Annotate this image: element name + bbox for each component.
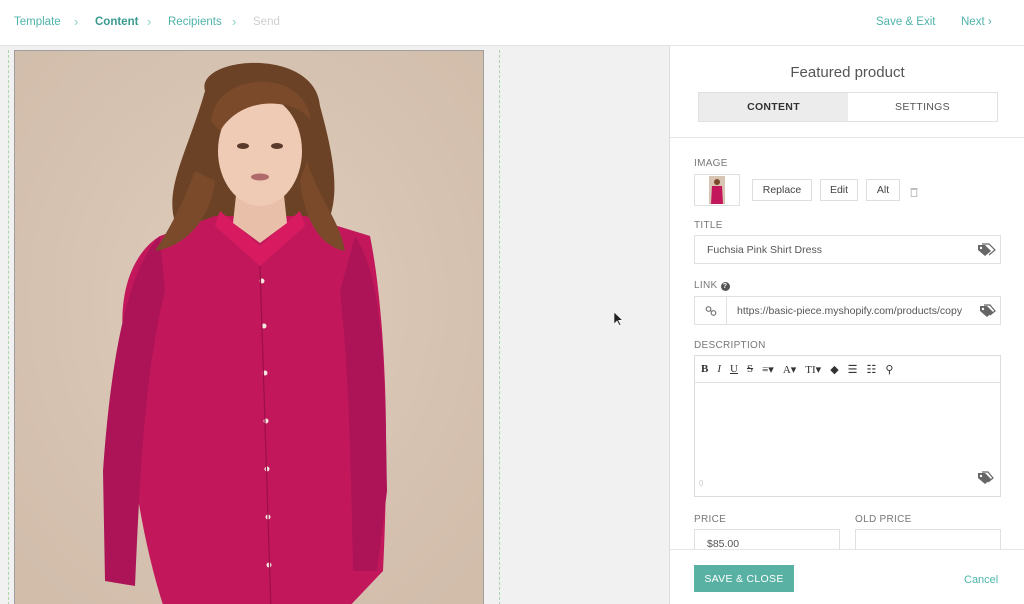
price-label: PRICE [694, 514, 727, 525]
strikethrough-button[interactable]: S [747, 363, 753, 375]
italic-button[interactable]: I [717, 363, 721, 375]
tab-settings[interactable]: SETTINGS [848, 93, 997, 121]
trash-icon[interactable] [910, 184, 918, 202]
email-canvas [0, 46, 669, 604]
breadcrumb-template[interactable]: Template [14, 16, 61, 28]
align-dropdown[interactable]: ≡▾ [762, 363, 774, 376]
font-color-dropdown[interactable]: A▾ [783, 363, 796, 376]
highlight-icon[interactable]: ◆ [830, 363, 838, 376]
link-input-value: https://basic-piece.myshopify.com/produc… [737, 304, 963, 317]
title-input[interactable]: Fuchsia Pink Shirt Dress [694, 235, 1001, 264]
underline-button[interactable]: U [730, 363, 738, 375]
cancel-link[interactable]: Cancel [964, 574, 998, 586]
merge-tag-icon[interactable] [976, 471, 994, 490]
link-input[interactable]: https://basic-piece.myshopify.com/produc… [694, 296, 1001, 325]
chevron-right-icon: › [74, 14, 79, 29]
next-link[interactable]: Next › [961, 16, 992, 28]
breadcrumb-send: Send [253, 16, 280, 28]
tab-content[interactable]: CONTENT [699, 93, 848, 121]
font-size-dropdown[interactable]: TI▾ [805, 363, 821, 376]
merge-tag-icon[interactable] [976, 243, 996, 260]
description-label: DESCRIPTION [694, 340, 766, 351]
breadcrumb-recipients[interactable]: Recipients [168, 16, 222, 28]
chevron-right-icon: › [147, 14, 152, 29]
merge-tag-icon[interactable] [978, 304, 996, 321]
replace-image-button[interactable]: Replace [752, 179, 812, 201]
save-close-button[interactable]: SAVE & CLOSE [694, 565, 794, 592]
editor-toolbar: B I U S ≡▾ A▾ TI▾ ◆ ☰ ☷ ⚲ [695, 356, 1000, 383]
link-label: LINK ? [694, 280, 730, 291]
panel-tabs: CONTENT SETTINGS [698, 92, 998, 122]
numbered-list-icon[interactable]: ☷ [867, 363, 877, 376]
image-thumbnail[interactable] [694, 174, 740, 206]
description-editor[interactable]: B I U S ≡▾ A▾ TI▾ ◆ ☰ ☷ ⚲ 0 [694, 355, 1001, 497]
image-label: IMAGE [694, 158, 728, 169]
title-input-value: Fuchsia Pink Shirt Dress [707, 243, 822, 256]
title-label: TITLE [694, 220, 723, 231]
edit-image-button[interactable]: Edit [820, 179, 858, 201]
bullet-list-icon[interactable]: ☰ [848, 363, 858, 376]
product-photo [15, 51, 483, 604]
divider [670, 137, 1024, 138]
character-count: 0 [699, 479, 704, 488]
description-text-area[interactable] [695, 383, 1000, 483]
panel-title: Featured product [790, 64, 905, 81]
chevron-right-icon: › [232, 14, 237, 29]
top-bar: Template › Content › Recipients › Send S… [0, 0, 1024, 46]
next-label: Next [961, 16, 985, 28]
breadcrumb-content[interactable]: Content [95, 16, 138, 28]
link-icon[interactable] [695, 297, 727, 324]
panel-footer: SAVE & CLOSE Cancel [670, 549, 1024, 604]
price-input-value: $85.00 [707, 537, 740, 550]
product-image[interactable] [14, 50, 484, 604]
block-settings-panel: Featured product CONTENT SETTINGS IMAGE … [669, 46, 1024, 604]
alt-text-button[interactable]: Alt [866, 179, 900, 201]
bold-button[interactable]: B [701, 363, 708, 375]
insert-link-icon[interactable]: ⚲ [885, 363, 893, 376]
mouse-cursor-icon [613, 311, 624, 331]
old-price-label: OLD PRICE [855, 514, 912, 525]
help-icon[interactable]: ? [720, 282, 730, 291]
chevron-right-icon: › [987, 16, 992, 28]
link-label-text: LINK [694, 280, 718, 291]
save-exit-link[interactable]: Save & Exit [876, 16, 935, 28]
